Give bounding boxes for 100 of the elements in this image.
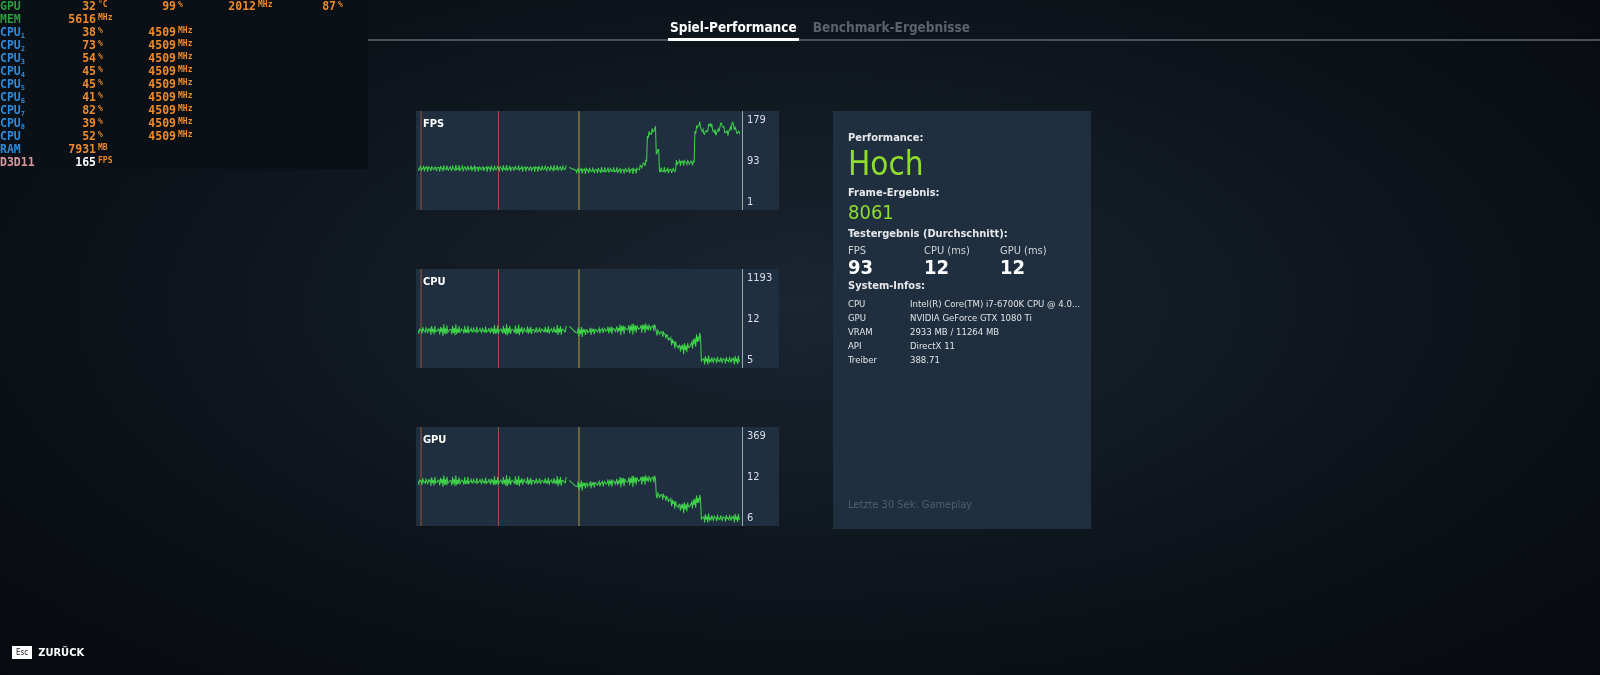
sensor-value: 73 xyxy=(82,39,96,52)
sensor-value: 4509 xyxy=(148,117,176,130)
sensor-label: GPU xyxy=(0,0,22,13)
sensor-label: CPU xyxy=(0,130,22,143)
axis-tick: 5 xyxy=(747,353,755,366)
sensor-value: 32 xyxy=(82,0,96,13)
info-key: GPU xyxy=(848,312,910,323)
sensor-value: 45 xyxy=(82,65,96,78)
unit-label: % xyxy=(98,52,103,61)
esc-key: Esc xyxy=(12,646,33,659)
axis-tick: 369 xyxy=(747,429,767,442)
axis-tick: 1 xyxy=(747,195,755,208)
sensor-value: 4509 xyxy=(148,91,176,104)
info-value: Intel(R) Core(TM) i7-6700K CPU @ 4.0... xyxy=(910,298,1081,309)
sensor-label: CPU$_{4}$ xyxy=(0,65,26,78)
sensor-label: CPU$_{2}$ xyxy=(0,39,26,52)
frame-score: 8061 xyxy=(848,199,895,225)
stat-value: 93 xyxy=(848,257,875,277)
sensor-value: 4509 xyxy=(148,130,176,143)
unit-label: MHz xyxy=(178,39,193,48)
sensor-value: 4509 xyxy=(148,65,176,78)
info-value: 2933 MB / 11264 MB xyxy=(910,326,1001,337)
axis-tick: 93 xyxy=(747,154,761,167)
unit-label: % xyxy=(98,130,103,139)
sensor-value: 52 xyxy=(82,130,96,143)
axis-tick: 1193 xyxy=(747,271,774,284)
graph-title: GPU xyxy=(422,432,448,448)
unit-label: FPS xyxy=(98,156,113,165)
axis-tick: 6 xyxy=(747,511,755,524)
sensor-label: D3D11 xyxy=(0,156,36,169)
unit-label: % xyxy=(98,26,103,35)
info-key: CPU xyxy=(848,298,910,309)
unit-label: MHz xyxy=(178,104,193,113)
section-label: System-Infos: xyxy=(848,279,927,292)
unit-label: % xyxy=(98,65,103,74)
sensor-value: 4509 xyxy=(148,52,176,65)
sensor-label: MEM xyxy=(0,13,22,26)
stat-label: CPU (ms) xyxy=(924,244,971,257)
info-key: VRAM xyxy=(848,326,910,337)
stat-value: 12 xyxy=(924,257,950,277)
sensor-value: 2012 xyxy=(228,0,256,13)
section-label: Performance: xyxy=(848,131,925,144)
sensor-value: 54 xyxy=(82,52,96,65)
back-link[interactable]: ZURÜCK xyxy=(38,646,85,659)
unit-label: °C xyxy=(98,0,108,9)
sensor-value: 4509 xyxy=(148,78,176,91)
unit-label: MHz xyxy=(98,13,113,22)
unit-label: MHz xyxy=(178,78,193,87)
sensor-label: CPU$_{8}$ xyxy=(0,117,26,130)
unit-label: % xyxy=(98,78,103,87)
sensor-value: 82 xyxy=(82,104,96,117)
sensor-label: CPU$_{5}$ xyxy=(0,78,26,91)
unit-label: % xyxy=(98,117,103,126)
sensor-label: RAM xyxy=(0,143,22,156)
sensor-value: 165 xyxy=(75,156,96,169)
stat-value: 12 xyxy=(1000,257,1026,277)
info-key: Treiber xyxy=(848,354,910,365)
unit-label: % xyxy=(178,0,183,9)
graph-title: CPU xyxy=(422,274,447,290)
unit-label: MHz xyxy=(178,117,193,126)
sensor-value: 4509 xyxy=(148,39,176,52)
sensor-value: 5616 xyxy=(68,13,96,26)
sensor-value: 7931 xyxy=(68,143,96,156)
unit-label: MHz xyxy=(178,26,193,35)
unit-label: MHz xyxy=(178,91,193,100)
tab[interactable]: Spiel-Performance xyxy=(667,17,799,41)
sensor-value: 45 xyxy=(82,78,96,91)
info-value: 388.71 xyxy=(910,354,941,365)
sensor-label: CPU$_{7}$ xyxy=(0,104,26,117)
section-label: Frame-Ergebnis: xyxy=(848,186,941,199)
sensor-value: 41 xyxy=(82,91,96,104)
info-value: NVIDIA GeForce GTX 1080 Ti xyxy=(910,312,1033,323)
unit-label: MHz xyxy=(178,65,193,74)
performance-rating: Hoch xyxy=(848,144,925,184)
info-key: API xyxy=(848,340,910,351)
section-label: Testergebnis (Durchschnitt): xyxy=(848,227,1009,240)
sensor-label: CPU$_{1}$ xyxy=(0,26,26,39)
graph-title: FPS xyxy=(422,116,446,132)
sensor-value: 87 xyxy=(322,0,336,13)
sensor-value: 4509 xyxy=(148,104,176,117)
sensor-label: CPU$_{6}$ xyxy=(0,91,26,104)
sensor-label: CPU$_{3}$ xyxy=(0,52,26,65)
axis-tick: 12 xyxy=(747,470,761,483)
unit-label: % xyxy=(98,104,103,113)
axis-tick: 12 xyxy=(747,312,761,325)
sensor-value: 4509 xyxy=(148,26,176,39)
sensor-value: 39 xyxy=(82,117,96,130)
unit-label: MHz xyxy=(178,130,193,139)
info-value: DirectX 11 xyxy=(910,340,956,351)
sensor-value: 38 xyxy=(82,26,96,39)
unit-label: % xyxy=(98,91,103,100)
sensor-value: 99 xyxy=(162,0,176,13)
unit-label: MB xyxy=(98,143,108,152)
unit-label: MHz xyxy=(178,52,193,61)
axis-tick: 179 xyxy=(747,113,767,126)
stat-label: GPU (ms) xyxy=(1000,244,1048,257)
unit-label: % xyxy=(338,0,343,9)
unit-label: % xyxy=(98,39,103,48)
stat-label: FPS xyxy=(848,244,867,257)
unit-label: MHz xyxy=(258,0,273,9)
